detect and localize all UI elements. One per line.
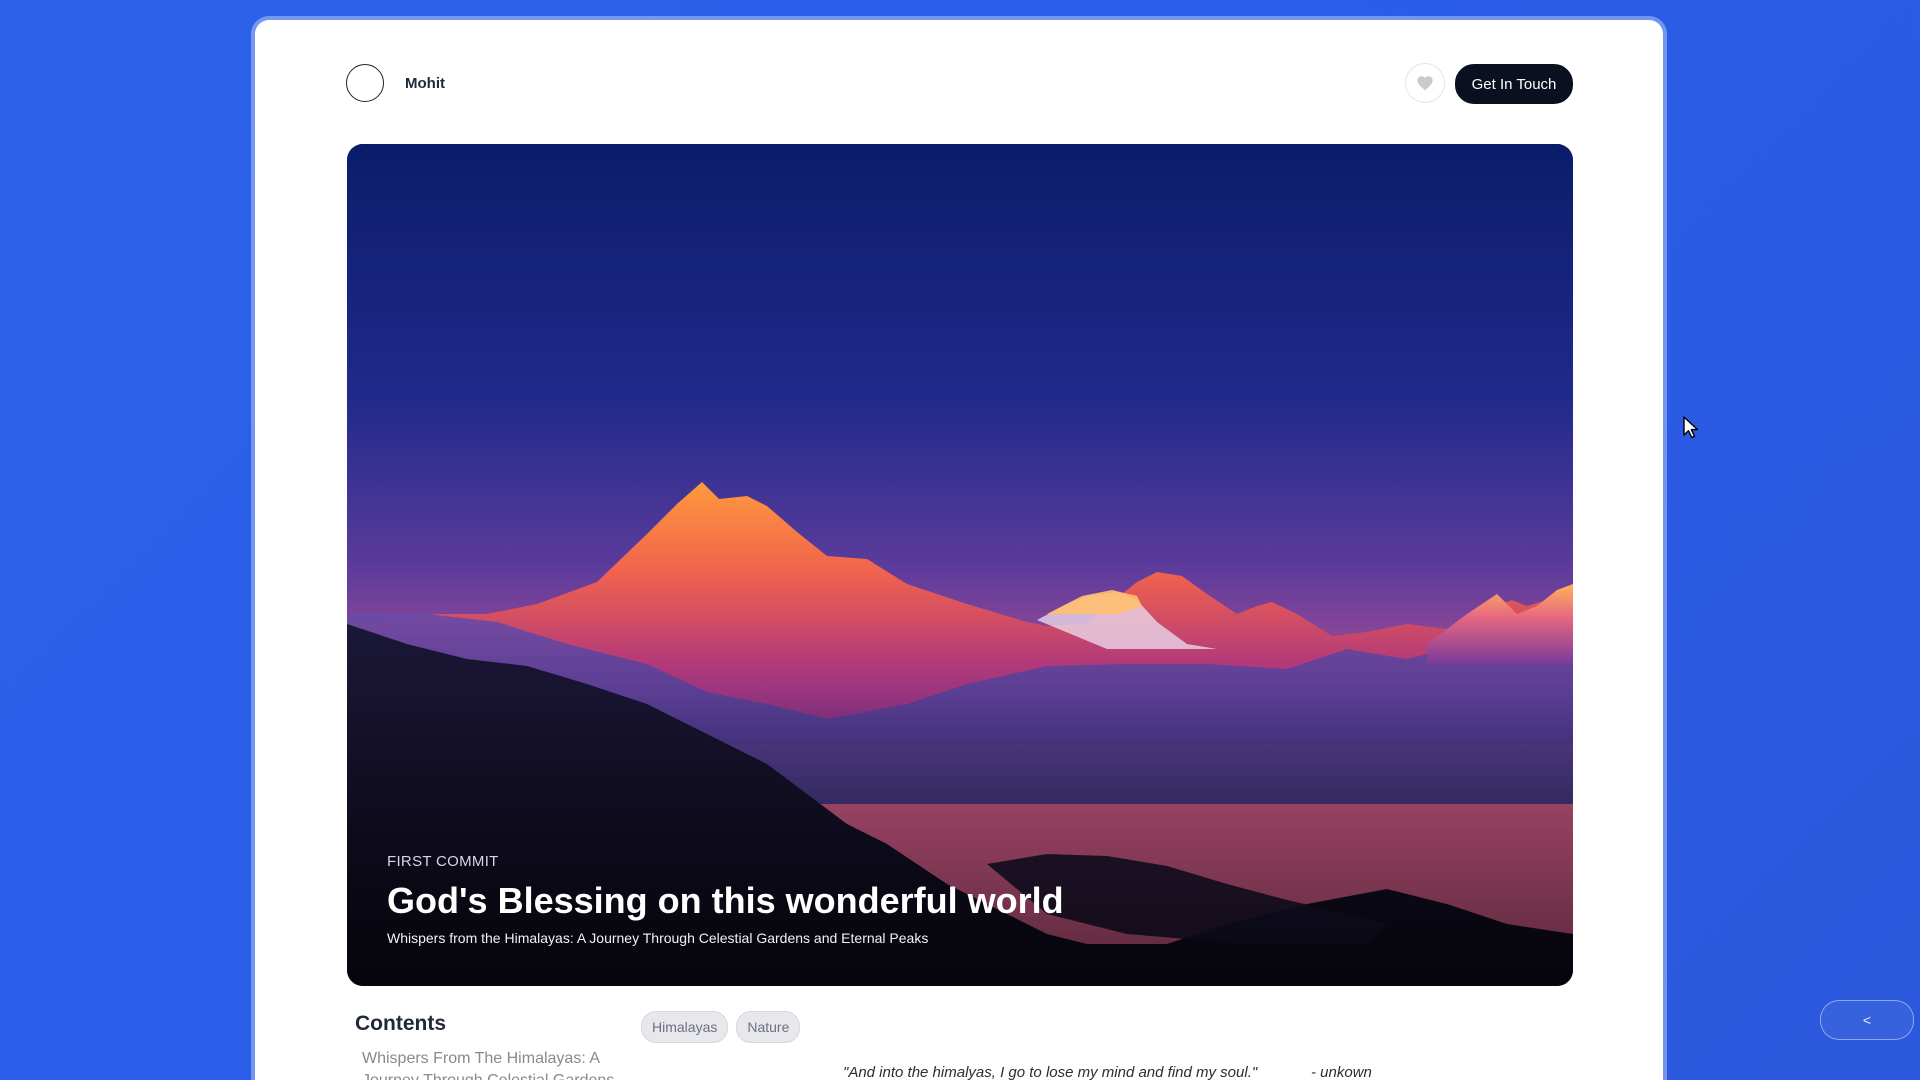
hero-banner: FIRST COMMIT God's Blessing on this wond… bbox=[347, 144, 1573, 986]
tag-list: Himalayas Nature bbox=[641, 1011, 801, 1043]
hero-eyebrow: FIRST COMMIT bbox=[387, 853, 499, 870]
avatar[interactable] bbox=[346, 64, 384, 102]
hero-subtitle: Whispers from the Himalayas: A Journey T… bbox=[387, 930, 929, 946]
article-card: Mohit Get In Touch FIRST COMMIT God's Bl… bbox=[255, 20, 1663, 1080]
contents-heading: Contents bbox=[355, 1012, 446, 1035]
hero-title: God's Blessing on this wonderful world bbox=[387, 880, 1064, 921]
author-name[interactable]: Mohit bbox=[405, 75, 445, 92]
tag-himalayas[interactable]: Himalayas bbox=[641, 1011, 729, 1043]
site-header: Mohit Get In Touch bbox=[255, 20, 1663, 120]
like-button[interactable] bbox=[1405, 63, 1445, 103]
quote-text: "And into the himalyas, I go to lose my … bbox=[843, 1064, 1258, 1080]
contents-item[interactable]: Whispers From The Himalayas: A Journey T… bbox=[362, 1048, 622, 1080]
heart-icon bbox=[1417, 76, 1433, 91]
get-in-touch-button[interactable]: Get In Touch bbox=[1455, 64, 1573, 104]
quote-author: - unkown bbox=[1311, 1064, 1372, 1080]
hero-caption: FIRST COMMIT God's Blessing on this wond… bbox=[387, 853, 1064, 946]
mouse-cursor-icon bbox=[1683, 416, 1699, 439]
collapse-button[interactable]: < bbox=[1820, 1000, 1914, 1040]
tag-nature[interactable]: Nature bbox=[736, 1011, 801, 1043]
